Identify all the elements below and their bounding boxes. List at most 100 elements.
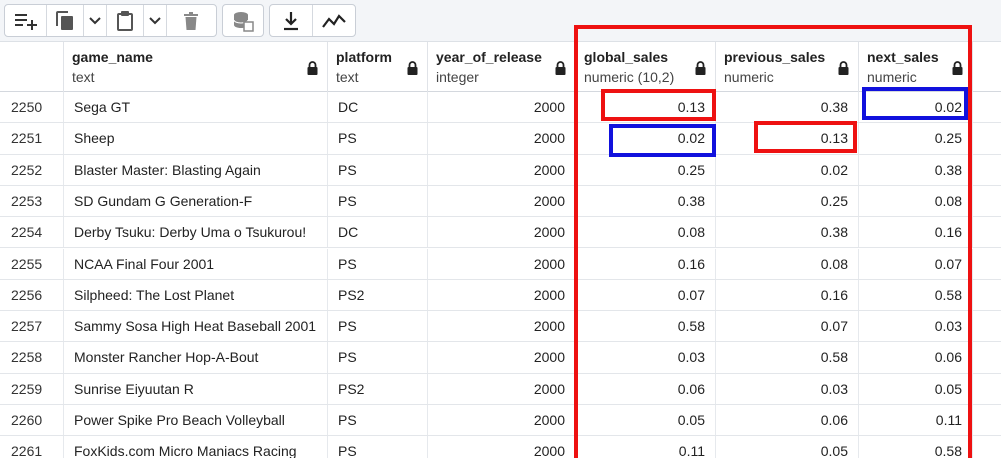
table-row[interactable]: 2250 Sega GT DC 2000 0.13 0.38 0.02 bbox=[0, 92, 1001, 124]
cell-next-sales[interactable]: 0.11 bbox=[859, 405, 973, 436]
cell-year[interactable]: 2000 bbox=[428, 373, 576, 404]
cell-next-sales[interactable]: 0.16 bbox=[859, 217, 973, 248]
row-number[interactable]: 2255 bbox=[0, 248, 64, 279]
cell-game-name[interactable]: Power Spike Pro Beach Volleyball bbox=[64, 405, 328, 436]
cell-global-sales[interactable]: 0.11 bbox=[576, 436, 716, 458]
table-row[interactable]: 2252 Blaster Master: Blasting Again PS 2… bbox=[0, 154, 1001, 186]
cell-global-sales[interactable]: 0.13 bbox=[576, 92, 716, 123]
cell-previous-sales[interactable]: 0.03 bbox=[716, 373, 859, 404]
cell-previous-sales[interactable]: 0.58 bbox=[716, 342, 859, 373]
table-row[interactable]: 2260 Power Spike Pro Beach Volleyball PS… bbox=[0, 405, 1001, 437]
column-header-game-name[interactable]: game_name text bbox=[64, 42, 328, 92]
cell-platform[interactable]: DC bbox=[328, 92, 428, 123]
cell-year[interactable]: 2000 bbox=[428, 405, 576, 436]
cell-previous-sales[interactable]: 0.08 bbox=[716, 248, 859, 279]
cell-previous-sales[interactable]: 0.13 bbox=[716, 123, 859, 154]
cell-platform[interactable]: PS2 bbox=[328, 373, 428, 404]
column-header-next-sales[interactable]: next_sales numeric bbox=[859, 42, 973, 92]
cell-year[interactable]: 2000 bbox=[428, 436, 576, 458]
row-number[interactable]: 2260 bbox=[0, 405, 64, 436]
cell-platform[interactable]: PS bbox=[328, 311, 428, 342]
cell-previous-sales[interactable]: 0.38 bbox=[716, 92, 859, 123]
graph-button[interactable] bbox=[313, 5, 355, 36]
table-row[interactable]: 2257 Sammy Sosa High Heat Baseball 2001 … bbox=[0, 311, 1001, 343]
cell-next-sales[interactable]: 0.05 bbox=[859, 373, 973, 404]
cell-next-sales[interactable]: 0.02 bbox=[859, 92, 973, 123]
cell-global-sales[interactable]: 0.06 bbox=[576, 373, 716, 404]
row-number[interactable]: 2252 bbox=[0, 154, 64, 185]
copy-options-dropdown[interactable] bbox=[83, 5, 107, 36]
cell-game-name[interactable]: Sammy Sosa High Heat Baseball 2001 bbox=[64, 311, 328, 342]
cell-next-sales[interactable]: 0.25 bbox=[859, 123, 973, 154]
add-row-button[interactable] bbox=[5, 5, 47, 36]
cell-next-sales[interactable]: 0.06 bbox=[859, 342, 973, 373]
cell-previous-sales[interactable]: 0.02 bbox=[716, 154, 859, 185]
cell-next-sales[interactable]: 0.03 bbox=[859, 311, 973, 342]
table-row[interactable]: 2253 SD Gundam G Generation-F PS 2000 0.… bbox=[0, 185, 1001, 218]
copy-button[interactable] bbox=[47, 5, 83, 36]
cell-previous-sales[interactable]: 0.38 bbox=[716, 217, 859, 248]
cell-year[interactable]: 2000 bbox=[428, 154, 576, 185]
cell-platform[interactable]: PS bbox=[328, 405, 428, 436]
cell-year[interactable]: 2000 bbox=[428, 92, 576, 123]
row-number[interactable]: 2254 bbox=[0, 217, 64, 248]
row-number[interactable]: 2259 bbox=[0, 373, 64, 404]
row-number[interactable]: 2250 bbox=[0, 92, 64, 123]
row-number[interactable]: 2257 bbox=[0, 311, 64, 342]
cell-next-sales[interactable]: 0.38 bbox=[859, 154, 973, 185]
cell-previous-sales[interactable]: 0.25 bbox=[716, 185, 859, 217]
row-number[interactable]: 2251 bbox=[0, 123, 64, 154]
cell-previous-sales[interactable]: 0.07 bbox=[716, 311, 859, 342]
table-row[interactable]: 2259 Sunrise Eiyuutan R PS2 2000 0.06 0.… bbox=[0, 373, 1001, 405]
cell-global-sales[interactable]: 0.02 bbox=[576, 123, 716, 154]
row-number[interactable]: 2253 bbox=[0, 185, 64, 217]
column-header-global-sales[interactable]: global_sales numeric (10,2) bbox=[576, 42, 716, 92]
cell-next-sales[interactable]: 0.07 bbox=[859, 248, 973, 279]
table-row[interactable]: 2258 Monster Rancher Hop-A-Bout PS 2000 … bbox=[0, 342, 1001, 374]
cell-global-sales[interactable]: 0.38 bbox=[576, 185, 716, 217]
cell-platform[interactable]: DC bbox=[328, 217, 428, 248]
row-number-header[interactable] bbox=[0, 42, 64, 92]
table-row[interactable]: 2256 Silpheed: The Lost Planet PS2 2000 … bbox=[0, 279, 1001, 312]
cell-year[interactable]: 2000 bbox=[428, 342, 576, 373]
cell-platform[interactable]: PS bbox=[328, 342, 428, 373]
table-row[interactable]: 2261 FoxKids.com Micro Maniacs Racing PS… bbox=[0, 436, 1001, 458]
cell-game-name[interactable]: Sheep bbox=[64, 123, 328, 154]
paste-options-dropdown[interactable] bbox=[143, 5, 167, 36]
cell-game-name[interactable]: Derby Tsuku: Derby Uma o Tsukurou! bbox=[64, 217, 328, 248]
cell-year[interactable]: 2000 bbox=[428, 279, 576, 311]
table-row[interactable]: 2255 NCAA Final Four 2001 PS 2000 0.16 0… bbox=[0, 248, 1001, 280]
cell-game-name[interactable]: Blaster Master: Blasting Again bbox=[64, 154, 328, 185]
cell-platform[interactable]: PS bbox=[328, 154, 428, 185]
cell-platform[interactable]: PS bbox=[328, 248, 428, 279]
cell-year[interactable]: 2000 bbox=[428, 311, 576, 342]
cell-global-sales[interactable]: 0.58 bbox=[576, 311, 716, 342]
cell-global-sales[interactable]: 0.03 bbox=[576, 342, 716, 373]
cell-next-sales[interactable]: 0.08 bbox=[859, 185, 973, 217]
cell-platform[interactable]: PS2 bbox=[328, 279, 428, 311]
cell-previous-sales[interactable]: 0.06 bbox=[716, 405, 859, 436]
cell-platform[interactable]: PS bbox=[328, 123, 428, 154]
cell-global-sales[interactable]: 0.25 bbox=[576, 154, 716, 185]
cell-game-name[interactable]: Sunrise Eiyuutan R bbox=[64, 373, 328, 404]
cell-game-name[interactable]: SD Gundam G Generation-F bbox=[64, 185, 328, 217]
cell-year[interactable]: 2000 bbox=[428, 123, 576, 154]
cell-platform[interactable]: PS bbox=[328, 185, 428, 217]
cell-game-name[interactable]: FoxKids.com Micro Maniacs Racing bbox=[64, 436, 328, 458]
row-number[interactable]: 2258 bbox=[0, 342, 64, 373]
cell-year[interactable]: 2000 bbox=[428, 217, 576, 248]
cell-global-sales[interactable]: 0.16 bbox=[576, 248, 716, 279]
paste-button[interactable] bbox=[107, 5, 143, 36]
download-button[interactable] bbox=[270, 5, 313, 36]
cell-previous-sales[interactable]: 0.05 bbox=[716, 436, 859, 458]
cell-global-sales[interactable]: 0.05 bbox=[576, 405, 716, 436]
cell-year[interactable]: 2000 bbox=[428, 248, 576, 279]
delete-button[interactable] bbox=[167, 5, 215, 36]
cell-next-sales[interactable]: 0.58 bbox=[859, 279, 973, 311]
cell-game-name[interactable]: Silpheed: The Lost Planet bbox=[64, 279, 328, 311]
row-number[interactable]: 2256 bbox=[0, 279, 64, 311]
cell-game-name[interactable]: Sega GT bbox=[64, 92, 328, 123]
cell-previous-sales[interactable]: 0.16 bbox=[716, 279, 859, 311]
cell-game-name[interactable]: NCAA Final Four 2001 bbox=[64, 248, 328, 279]
column-header-previous-sales[interactable]: previous_sales numeric bbox=[716, 42, 859, 92]
